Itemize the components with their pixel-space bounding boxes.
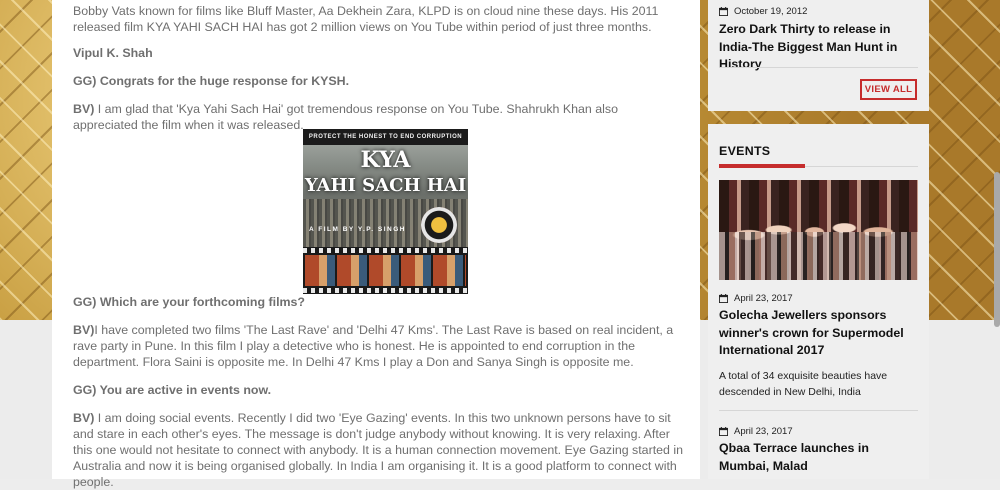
filmstrip-holes-bottom xyxy=(303,288,468,293)
filmstrip-frames xyxy=(305,255,466,286)
answer-2: BV)I have completed two films 'The Last … xyxy=(73,322,685,370)
event-1-date: April 23, 2017 xyxy=(734,293,793,304)
poster-title-line2: YAHI SACH HAI xyxy=(304,175,467,196)
answer-3-text: I am doing social events. Recently I did… xyxy=(73,411,684,489)
question-2: GG) Which are your forthcoming films? xyxy=(73,295,305,309)
calendar-icon xyxy=(719,427,728,436)
news-headline-link[interactable]: Zero Dark Thirty to release in India-The… xyxy=(719,21,919,74)
filmstrip xyxy=(303,247,468,294)
news-date: October 19, 2012 xyxy=(734,6,808,17)
event-1-summary: A total of 34 exquisite beauties have de… xyxy=(719,370,888,398)
poster-title-line1: KYA xyxy=(360,147,411,173)
news-date-row: October 19, 2012 xyxy=(719,6,807,17)
news-divider xyxy=(719,67,918,68)
answer-1-text: I am glad that 'Kya Yahi Sach Hai' got t… xyxy=(73,102,618,132)
poster-credit: A FILM BY Y.P. SINGH xyxy=(309,226,406,233)
event-2-date-row: April 23, 2017 xyxy=(719,426,793,437)
answer-3: BV) I am doing social events. Recently I… xyxy=(73,410,685,490)
police-emblem-icon xyxy=(421,207,457,243)
scrollbar-thumb[interactable] xyxy=(994,172,1000,327)
article-byline: Vipul K. Shah xyxy=(73,46,153,60)
event-2-date: April 23, 2017 xyxy=(734,426,793,437)
events-divider xyxy=(719,410,918,411)
calendar-icon xyxy=(719,294,728,303)
view-all-button[interactable]: VIEW ALL xyxy=(860,79,917,100)
article-intro: Bobby Vats known for films like Bluff Ma… xyxy=(73,4,659,34)
answer-2-text: I have completed two films 'The Last Rav… xyxy=(73,323,674,369)
events-section-title: EVENTS xyxy=(719,144,771,158)
film-poster: PROTECT THE HONEST TO END CORRUPTION KYA… xyxy=(303,129,468,294)
poster-tagline: PROTECT THE HONEST TO END CORRUPTION xyxy=(303,129,468,145)
question-1: GG) Congrats for the huge response for K… xyxy=(73,74,350,88)
event-photo[interactable] xyxy=(719,180,918,280)
calendar-icon xyxy=(719,7,728,16)
events-title-accent xyxy=(719,164,805,168)
events-title-rule xyxy=(805,166,918,167)
event-1-date-row: April 23, 2017 xyxy=(719,293,793,304)
article-body: Bobby Vats known for films like Bluff Ma… xyxy=(52,0,700,489)
answer-1-prefix: BV) xyxy=(73,102,95,116)
question-3: GG) You are active in events now. xyxy=(73,383,272,397)
answer-3-prefix: BV) xyxy=(73,411,95,425)
event-1-headline-link[interactable]: Golecha Jewellers sponsors winner's crow… xyxy=(719,307,919,360)
answer-2-prefix: BV) xyxy=(73,323,95,337)
event-2-headline-link[interactable]: Qbaa Terrace launches in Mumbai, Malad xyxy=(719,440,919,475)
event-photo-crowd xyxy=(719,232,918,280)
filmstrip-holes-top xyxy=(303,248,468,253)
